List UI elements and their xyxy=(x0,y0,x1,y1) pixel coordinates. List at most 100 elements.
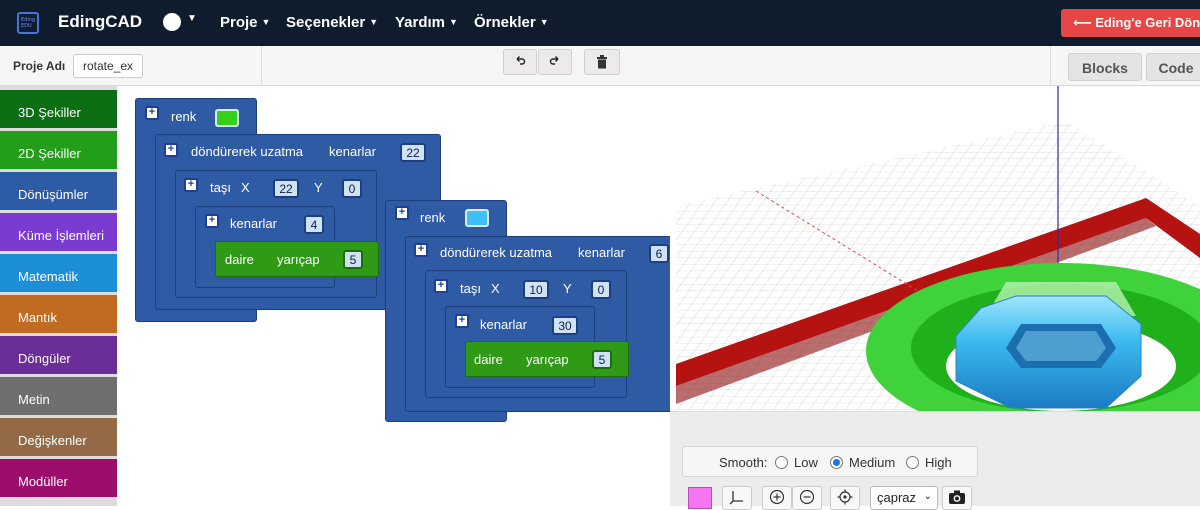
toolbar-divider xyxy=(1050,46,1051,86)
x-value-field[interactable]: 22 xyxy=(273,179,299,198)
x-label: X xyxy=(491,281,500,296)
inner-sides-field[interactable]: 30 xyxy=(552,316,578,335)
smooth-medium-label[interactable]: Medium xyxy=(849,455,895,470)
smooth-options: Smooth: Low Medium High xyxy=(682,446,978,477)
category-math[interactable]: Matematik xyxy=(0,254,117,292)
viewer-tool-row: çapraz ⌄ xyxy=(680,484,1200,510)
back-to-eding-button[interactable]: ⟵ Eding'e Geri Dön xyxy=(1061,9,1200,37)
smooth-medium-radio[interactable] xyxy=(830,456,843,469)
x-label: X xyxy=(241,180,250,195)
trash-icon xyxy=(597,55,607,69)
inner-sides-field[interactable]: 4 xyxy=(304,215,324,234)
circle-label: daire xyxy=(225,252,254,267)
sides-label: kenarlar xyxy=(329,144,376,159)
radius-field[interactable]: 5 xyxy=(343,250,363,269)
axes-toggle-button[interactable] xyxy=(722,486,752,510)
category-text[interactable]: Metin xyxy=(0,377,117,415)
smooth-high-label[interactable]: High xyxy=(925,455,952,470)
expand-plus-icon[interactable]: + xyxy=(164,143,178,157)
category-3d-shapes[interactable]: 3D Şekiller xyxy=(0,90,117,128)
redo-icon xyxy=(549,56,559,65)
zoom-in-button[interactable] xyxy=(762,486,792,510)
smooth-label: Smooth: xyxy=(719,455,768,470)
menu-proje[interactable]: Proje ▼ xyxy=(220,14,270,31)
expand-plus-icon[interactable]: + xyxy=(414,243,428,257)
center-view-button[interactable] xyxy=(830,486,860,510)
toolbar: Proje Adı rotate_ex Blocks Code xyxy=(0,46,1200,86)
camera-icon xyxy=(949,490,965,504)
y-value-field[interactable]: 0 xyxy=(342,179,362,198)
category-transforms[interactable]: Dönüşümler xyxy=(0,172,117,210)
smooth-high-radio[interactable] xyxy=(906,456,919,469)
undo-icon xyxy=(516,56,526,65)
category-sidebar: 3D Şekiller 2D Şekiller Dönüşümler Küme … xyxy=(0,86,117,506)
tab-blocks[interactable]: Blocks xyxy=(1068,53,1142,81)
color-swatch-blue[interactable] xyxy=(465,209,489,227)
chevron-down-icon: ⌄ xyxy=(923,491,932,502)
blue-hex-torus-inner xyxy=(1016,331,1106,361)
view-select[interactable]: çapraz ⌄ xyxy=(870,486,938,510)
extrude-sides-field[interactable]: 22 xyxy=(400,143,426,162)
eding-logo-icon[interactable]: Eding EDU xyxy=(17,12,39,34)
axes-icon xyxy=(729,491,743,505)
theme-toggle-icon[interactable] xyxy=(163,13,181,31)
smooth-low-radio[interactable] xyxy=(775,456,788,469)
translate-label: taşı xyxy=(210,180,231,195)
expand-plus-icon[interactable]: + xyxy=(205,214,219,228)
delete-button[interactable] xyxy=(584,49,620,75)
logo-text: Eding EDU xyxy=(21,17,36,29)
category-variables[interactable]: Değişkenler xyxy=(0,418,117,456)
expand-plus-icon[interactable]: + xyxy=(395,206,409,220)
color-block-label: renk xyxy=(420,210,446,225)
target-icon xyxy=(837,489,853,505)
rotate-extrude-label: döndürerek uzatma xyxy=(191,144,304,159)
project-name-input[interactable]: rotate_ex xyxy=(73,54,143,78)
menu-secenekler[interactable]: Seçenekler ▼ xyxy=(286,14,378,31)
expand-plus-icon[interactable]: + xyxy=(434,279,448,293)
sides-label: kenarlar xyxy=(578,245,625,260)
blockly-workspace[interactable]: + renk + döndürerek uzatma kenarlar 22 +… xyxy=(117,86,670,506)
project-name-label: Proje Adı xyxy=(13,59,66,73)
color-block-label: renk xyxy=(171,109,197,124)
zoom-out-icon xyxy=(799,489,815,505)
category-logic[interactable]: Mantık xyxy=(0,295,117,333)
menu-yardim[interactable]: Yardım ▼ xyxy=(395,14,458,31)
menu-ornekler[interactable]: Örnekler ▼ xyxy=(474,14,549,31)
inner-sides-label: kenarlar xyxy=(230,216,277,231)
extrude-sides-field[interactable]: 6 xyxy=(649,244,669,263)
expand-plus-icon[interactable]: + xyxy=(184,178,198,192)
app-brand[interactable]: EdingCAD xyxy=(58,12,142,32)
tab-code[interactable]: Code xyxy=(1146,53,1200,81)
viewer-controls: Smooth: Low Medium High çapraz ⌄ xyxy=(670,411,1200,510)
category-loops[interactable]: Döngüler xyxy=(0,336,117,374)
expand-plus-icon[interactable]: + xyxy=(455,314,469,328)
viewer-canvas xyxy=(676,86,1200,411)
redo-button[interactable] xyxy=(538,49,572,75)
top-navbar: Eding EDU EdingCAD ▼ Proje ▼ Seçenekler ▼ … xyxy=(0,0,1200,46)
radius-label: yarıçap xyxy=(277,252,320,267)
zoom-in-icon xyxy=(769,489,785,505)
toolbar-divider xyxy=(261,46,262,86)
y-label: Y xyxy=(314,180,323,195)
3d-viewer[interactable] xyxy=(676,86,1200,411)
rotate-extrude-label: döndürerek uzatma xyxy=(440,245,553,260)
radius-label: yarıçap xyxy=(526,352,569,367)
screenshot-button[interactable] xyxy=(942,486,972,510)
chevron-down-icon[interactable]: ▼ xyxy=(187,13,197,24)
color-swatch-green[interactable] xyxy=(215,109,239,127)
expand-plus-icon[interactable]: + xyxy=(145,106,159,120)
category-set-operations[interactable]: Küme İşlemleri xyxy=(0,213,117,251)
x-value-field[interactable]: 10 xyxy=(523,280,549,299)
category-modules[interactable]: Modüller xyxy=(0,459,117,497)
y-value-field[interactable]: 0 xyxy=(591,280,611,299)
translate-label: taşı xyxy=(460,281,481,296)
inner-sides-label: kenarlar xyxy=(480,317,527,332)
circle-label: daire xyxy=(474,352,503,367)
undo-button[interactable] xyxy=(503,49,537,75)
smooth-low-label[interactable]: Low xyxy=(794,455,818,470)
y-label: Y xyxy=(563,281,572,296)
view-select-value: çapraz xyxy=(877,490,917,505)
category-2d-shapes[interactable]: 2D Şekiller xyxy=(0,131,117,169)
radius-field[interactable]: 5 xyxy=(592,350,612,369)
zoom-out-button[interactable] xyxy=(792,486,822,510)
